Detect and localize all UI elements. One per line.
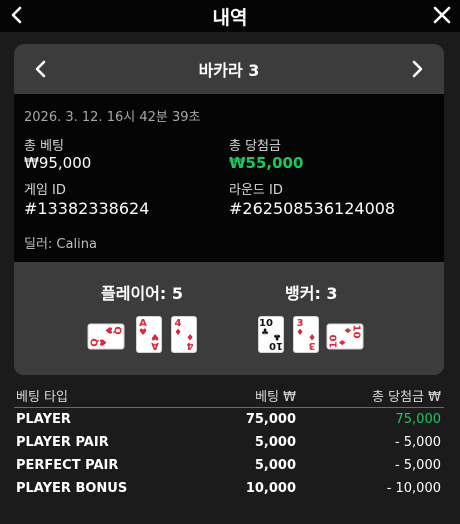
bet-type-cell: PLAYER [16, 412, 71, 427]
player-card: A ♥ A ♥ [136, 316, 162, 353]
table-row: PLAYER 75,000 75,000 [14, 408, 444, 431]
banker-card: 10 ♦ 10 ♦ [326, 323, 364, 350]
card-suit-icon: ♥ [102, 326, 113, 335]
bet-amount-header: 베팅 ₩ [255, 390, 296, 405]
win-amount-cell: 75,000 [395, 412, 442, 427]
bet-amount-cell: 75,000 [245, 412, 296, 427]
card-rank: A [151, 340, 159, 351]
page-title: 내역 [212, 7, 248, 29]
round-info: 2026. 3. 12. 16시 42분 39초 총 베팅 ₩95,000 총 … [14, 94, 444, 262]
card-suit-icon: ♦ [307, 331, 316, 341]
table-row: PLAYER BONUS 10,000 - 10,000 [14, 477, 444, 500]
table-row: PERFECT PAIR 5,000 - 5,000 [14, 454, 444, 477]
bet-table: 베팅 타입 베팅 ₩ 총 당첨금 ₩ PLAYER 75,000 75,000 … [14, 382, 444, 500]
banker-card: 10 ♣ 10 ♣ [258, 316, 284, 353]
bet-table-header: 베팅 타입 베팅 ₩ 총 당첨금 ₩ [14, 382, 444, 408]
close-icon[interactable] [432, 5, 452, 25]
game-id-label: 게임 ID [24, 183, 66, 198]
round-id-label: 라운드 ID [229, 183, 283, 198]
card-suit-icon: ♥ [150, 331, 159, 341]
round-detail-card: 바카라 3 2026. 3. 12. 16시 42분 39초 총 베팅 ₩95,… [14, 44, 444, 375]
win-amount-cell: - 10,000 [386, 481, 441, 496]
banker-card: 3 ♦ 3 ♦ [293, 316, 319, 353]
player-card: 4 ♦ 4 ♦ [171, 316, 197, 353]
round-result: 플레이어: 5 뱅커: 3 Q ♥ Q ♥ A ♥ A ♥ 4 ♦ 4 ♦ 10 ♣ 10 ♣ 3 ♦ 3 ♦ 10 ♦… [14, 262, 444, 375]
card-rank: 10 [269, 340, 283, 351]
bet-type-cell: PLAYER BONUS [16, 481, 128, 496]
player-card: Q ♥ Q ♥ [87, 323, 125, 350]
card-rank: 4 [186, 340, 194, 351]
bet-amount-cell: 5,000 [254, 458, 296, 473]
round-navigation: 바카라 3 [14, 44, 444, 94]
card-suit-icon: ♥ [139, 328, 148, 338]
bet-type-header: 베팅 타입 [16, 390, 68, 405]
bet-amount-cell: 5,000 [254, 435, 296, 450]
card-suit-icon: ♣ [261, 328, 270, 338]
card-suit-icon: ♦ [296, 328, 305, 338]
total-bet-label: 총 베팅 [24, 139, 65, 154]
banker-score: 뱅커: 3 [285, 284, 338, 303]
total-bet-value: ₩95,000 [24, 154, 92, 172]
win-amount-cell: - 5,000 [394, 458, 441, 473]
next-round-chevron-icon[interactable] [408, 58, 426, 80]
game-title: 바카라 3 [198, 61, 260, 80]
bet-type-cell: PERFECT PAIR [16, 458, 119, 473]
card-suit-icon: ♥ [99, 338, 110, 347]
win-amount-header: 총 당첨금 ₩ [372, 390, 441, 405]
game-id-value: #13382338624 [24, 199, 150, 218]
bet-type-cell: PLAYER PAIR [16, 435, 109, 450]
round-datetime: 2026. 3. 12. 16시 42분 39초 [24, 110, 201, 125]
table-row: PLAYER PAIR 5,000 - 5,000 [14, 431, 444, 454]
bet-amount-cell: 10,000 [245, 481, 296, 496]
card-suit-icon: ♦ [338, 338, 349, 347]
total-win-label: 총 당첨금 [229, 139, 281, 154]
top-bar: 내역 [0, 0, 460, 32]
card-rank: Q [111, 326, 123, 335]
card-rank: 3 [308, 340, 316, 351]
win-amount-cell: - 5,000 [394, 435, 441, 450]
player-score: 플레이어: 5 [101, 284, 183, 303]
card-rank: 10 [350, 324, 362, 339]
card-suit-icon: ♣ [272, 331, 281, 341]
dealer-name: 딜러: Calina [24, 237, 97, 252]
card-suit-icon: ♦ [174, 328, 183, 338]
card-suit-icon: ♦ [341, 326, 352, 335]
round-id-value: #262508536124008 [229, 199, 396, 218]
card-suit-icon: ♦ [185, 331, 194, 341]
total-win-value: ₩55,000 [229, 154, 304, 172]
